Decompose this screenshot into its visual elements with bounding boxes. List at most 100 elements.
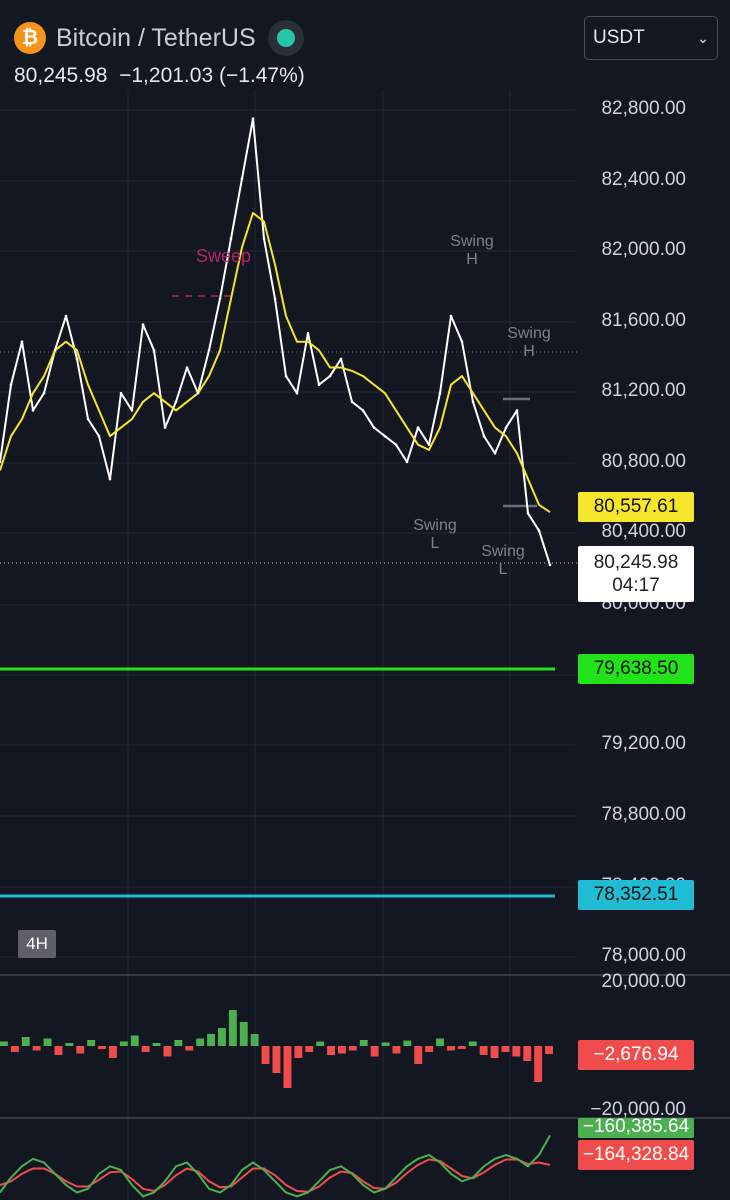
price-point xyxy=(53,349,57,352)
price-point xyxy=(405,460,409,464)
swing-high-label: Swing H xyxy=(503,325,555,361)
histogram-bar xyxy=(359,1040,368,1046)
price-point xyxy=(306,331,310,335)
timeframe-badge[interactable]: 4H xyxy=(18,930,56,958)
price-point xyxy=(328,374,332,378)
price-scale-label: 81,200.00 xyxy=(601,380,686,401)
price-plot xyxy=(0,117,552,567)
cumulative-lines-pane xyxy=(0,1134,551,1198)
price-point xyxy=(383,434,387,438)
swing-label-text: Swing xyxy=(450,233,494,250)
histogram-bar xyxy=(119,1041,128,1046)
price-point xyxy=(75,357,79,361)
level-lines xyxy=(0,295,578,898)
price-point xyxy=(229,237,233,240)
histogram-bar xyxy=(414,1046,423,1064)
line-value-tag-red: −164,328.84 xyxy=(578,1140,694,1170)
price-point xyxy=(262,237,266,240)
price-scale-label: 79,200.00 xyxy=(601,733,686,754)
price-point xyxy=(504,426,508,429)
histogram-bar xyxy=(316,1041,325,1046)
price-scale-label: 78,000.00 xyxy=(601,945,686,966)
histogram-bar xyxy=(196,1038,205,1046)
histogram-bar xyxy=(338,1046,346,1054)
price-point xyxy=(119,391,123,395)
histogram-bar xyxy=(141,1046,150,1052)
histogram-bar xyxy=(392,1046,401,1054)
price-point xyxy=(141,323,145,326)
price-point xyxy=(350,400,354,404)
histogram-bar xyxy=(218,1028,226,1046)
line-value-tag-green: −160,385.64 xyxy=(578,1118,694,1138)
price-point xyxy=(295,391,299,395)
price-scale-label: 78,800.00 xyxy=(601,804,686,825)
price-point xyxy=(394,443,398,447)
price-point xyxy=(152,349,156,352)
quote-currency-select[interactable]: USDT ⌄ xyxy=(584,16,718,60)
histogram-bar xyxy=(87,1040,96,1046)
histogram-bar xyxy=(370,1046,379,1057)
histogram-bar xyxy=(403,1040,412,1046)
swing-label-marker: H xyxy=(466,251,478,268)
price-change-line: 80,245.98 −1,201.03 (−1.47%) xyxy=(14,64,305,88)
histogram-bar xyxy=(490,1046,499,1058)
swing-low-label: Swing L xyxy=(477,543,529,579)
support-level-tag-cyan: 78,352.51 xyxy=(578,880,694,910)
histogram-bar xyxy=(479,1046,488,1055)
histogram-bar xyxy=(501,1046,510,1052)
histogram-bar xyxy=(207,1034,215,1046)
price-point xyxy=(548,563,552,567)
price-scale-label: 81,600.00 xyxy=(601,310,686,331)
histogram-bar xyxy=(447,1046,455,1051)
price-point xyxy=(240,177,244,180)
price-point xyxy=(537,529,541,532)
histogram-bar xyxy=(185,1046,194,1051)
histogram-bar xyxy=(98,1046,106,1049)
sweep-label: Sweep xyxy=(196,246,252,266)
histogram-bar xyxy=(109,1046,117,1058)
market-status-indicator[interactable] xyxy=(267,20,304,56)
price-point xyxy=(284,374,288,378)
support-level-tag-green: 79,638.50 xyxy=(578,654,694,684)
histogram-bar xyxy=(239,1022,248,1046)
histogram-bar xyxy=(523,1046,532,1061)
price-line xyxy=(0,117,551,566)
current-price-tag: 80,245.98 04:17 xyxy=(578,546,694,602)
price-point xyxy=(317,383,321,387)
price-scale-label: 80,400.00 xyxy=(601,521,686,542)
last-price: 80,245.98 xyxy=(14,64,108,87)
histogram-bar xyxy=(174,1040,183,1046)
pair-title[interactable]: Bitcoin / TetherUS xyxy=(56,24,256,53)
price-point xyxy=(515,409,519,412)
price-scale-label: 82,800.00 xyxy=(601,98,686,119)
histogram-bar xyxy=(0,1041,8,1046)
price-point xyxy=(174,400,178,404)
price-point xyxy=(372,426,376,429)
price-change-percent: (−1.47%) xyxy=(218,64,305,87)
swing-high-label: Swing H xyxy=(446,233,498,269)
histogram-bar xyxy=(305,1046,314,1052)
current-price-value: 80,245.98 xyxy=(593,552,679,573)
price-point xyxy=(9,383,13,387)
price-point xyxy=(361,409,365,412)
price-scale-label: 82,400.00 xyxy=(601,169,686,190)
symbol-header[interactable]: ₿ Bitcoin / TetherUS xyxy=(14,20,304,56)
price-scale-label: 80,800.00 xyxy=(601,451,686,472)
price-point xyxy=(427,443,431,447)
swing-label-text: Swing xyxy=(507,325,551,342)
price-point xyxy=(97,434,101,438)
price-point xyxy=(196,391,200,395)
histogram-bar xyxy=(163,1046,172,1057)
histogram-bar xyxy=(468,1041,477,1046)
histogram-bar xyxy=(512,1046,521,1057)
price-point xyxy=(64,314,68,318)
histogram-bar xyxy=(327,1046,335,1055)
histogram-bar xyxy=(283,1046,292,1088)
cumulative-line-red xyxy=(0,1158,551,1193)
histogram-bar xyxy=(21,1037,30,1046)
price-point xyxy=(130,409,134,412)
price-point xyxy=(526,512,530,515)
price-point xyxy=(449,314,453,318)
bitcoin-icon: ₿ xyxy=(14,22,46,54)
status-dot-icon xyxy=(276,29,295,47)
